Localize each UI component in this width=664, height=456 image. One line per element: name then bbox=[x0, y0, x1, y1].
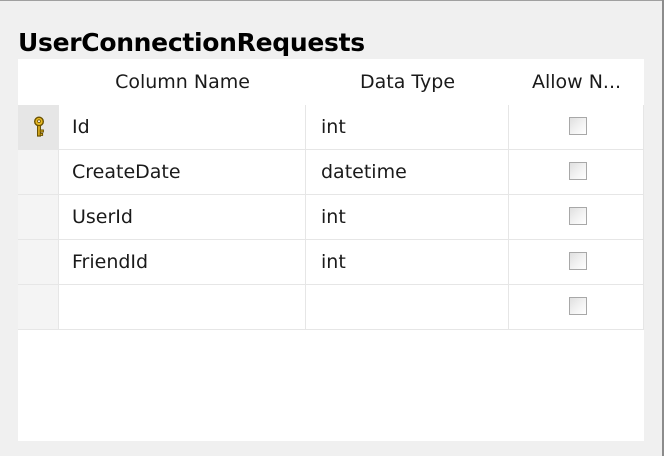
allow-nulls-checkbox[interactable] bbox=[569, 117, 587, 135]
cell-data-type[interactable]: int bbox=[306, 105, 509, 150]
cell-column-name[interactable]: CreateDate bbox=[59, 150, 306, 195]
row-selector[interactable] bbox=[18, 240, 59, 285]
cell-column-name[interactable]: UserId bbox=[59, 195, 306, 240]
cell-data-type[interactable] bbox=[306, 285, 509, 330]
header-data-type[interactable]: Data Type bbox=[306, 59, 509, 105]
header-column-name[interactable]: Column Name bbox=[59, 59, 306, 105]
top-border bbox=[0, 0, 662, 1]
row-selector[interactable] bbox=[18, 150, 59, 195]
table-row-new[interactable] bbox=[18, 285, 644, 330]
cell-data-type[interactable]: int bbox=[306, 240, 509, 285]
allow-nulls-checkbox[interactable] bbox=[569, 252, 587, 270]
row-selector[interactable] bbox=[18, 285, 59, 330]
row-selector[interactable] bbox=[18, 195, 59, 240]
cell-allow-nulls bbox=[509, 195, 644, 240]
key-icon bbox=[33, 116, 45, 137]
cell-allow-nulls bbox=[509, 105, 644, 150]
row-selector[interactable] bbox=[18, 105, 59, 150]
table-designer-window: UserConnectionRequests Column Name Data … bbox=[0, 0, 664, 456]
cell-allow-nulls bbox=[509, 285, 644, 330]
cell-allow-nulls bbox=[509, 150, 644, 195]
cell-column-name[interactable]: Id bbox=[59, 105, 306, 150]
allow-nulls-checkbox[interactable] bbox=[569, 162, 587, 180]
allow-nulls-checkbox[interactable] bbox=[569, 207, 587, 225]
cell-column-name[interactable]: FriendId bbox=[59, 240, 306, 285]
cell-data-type[interactable]: datetime bbox=[306, 150, 509, 195]
table-row[interactable]: UserId int bbox=[18, 195, 644, 240]
grid-header: Column Name Data Type Allow N... bbox=[18, 59, 644, 105]
table-row[interactable]: CreateDate datetime bbox=[18, 150, 644, 195]
cell-allow-nulls bbox=[509, 240, 644, 285]
cell-data-type[interactable]: int bbox=[306, 195, 509, 240]
table-title: UserConnectionRequests bbox=[18, 28, 365, 57]
table-row[interactable]: FriendId int bbox=[18, 240, 644, 285]
table-row[interactable]: Id int bbox=[18, 105, 644, 150]
header-allow-nulls[interactable]: Allow N... bbox=[509, 59, 644, 105]
cell-column-name[interactable] bbox=[59, 285, 306, 330]
column-grid[interactable]: Column Name Data Type Allow N... Id int bbox=[18, 59, 644, 441]
allow-nulls-checkbox[interactable] bbox=[569, 297, 587, 315]
